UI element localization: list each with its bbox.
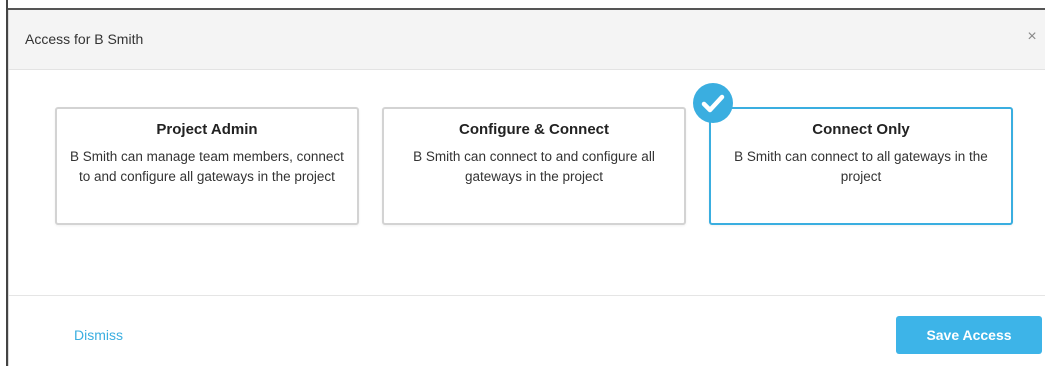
role-card-configure-connect[interactable]: Configure & Connect B Smith can connect …: [382, 107, 686, 225]
modal-title: Access for B Smith: [25, 31, 144, 47]
role-card-title: Configure & Connect: [459, 121, 609, 138]
background-window-edge-left: [0, 0, 8, 366]
role-card-title: Connect Only: [812, 121, 910, 138]
checkmark-icon: [693, 83, 733, 123]
close-icon[interactable]: ×: [1024, 28, 1040, 46]
modal-body: Project Admin B Smith can manage team me…: [9, 70, 1045, 295]
modal-footer: Dismiss Save Access: [9, 295, 1045, 366]
role-card-description: B Smith can manage team members, connect…: [70, 149, 344, 184]
role-card-connect-only[interactable]: Connect Only B Smith can connect to all …: [693, 83, 1013, 225]
role-card-title: Project Admin: [156, 121, 258, 138]
role-card-project-admin[interactable]: Project Admin B Smith can manage team me…: [55, 107, 359, 225]
modal-header: Access for B Smith ×: [9, 10, 1045, 70]
role-card-description: B Smith can connect to all gateways in t…: [734, 149, 988, 184]
background-window-edge-top: [0, 0, 1045, 10]
save-access-button[interactable]: Save Access: [896, 316, 1042, 354]
dismiss-link[interactable]: Dismiss: [74, 327, 123, 343]
role-card-description: B Smith can connect to and configure all…: [413, 149, 655, 184]
access-modal: Access for B Smith × Project Admin B Smi…: [8, 10, 1045, 366]
